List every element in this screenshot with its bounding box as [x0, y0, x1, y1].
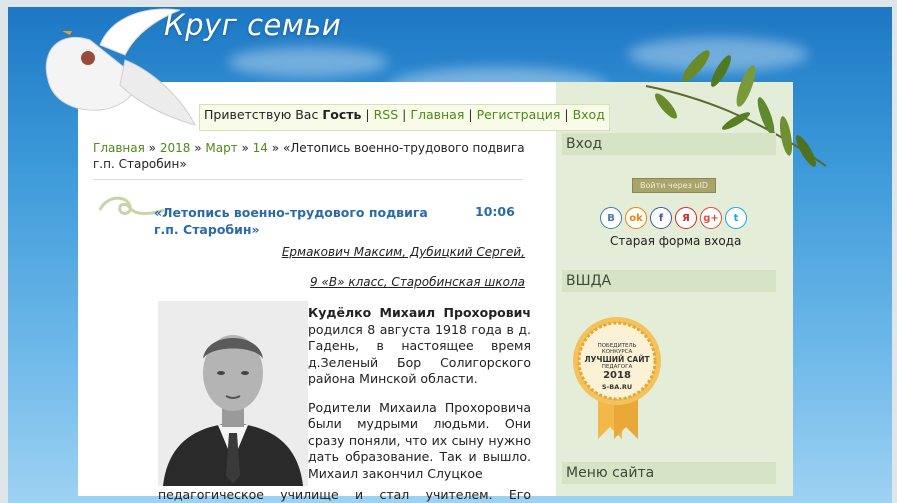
google-plus-icon[interactable]: g+	[700, 207, 722, 229]
breadcrumb-current: «Летопись военно-трудового подвига г.п. …	[93, 141, 525, 171]
article-paragraph-continuation: педагогическое училище и стал учителем. …	[158, 487, 531, 502]
breadcrumb-year[interactable]: 2018	[160, 141, 191, 155]
breadcrumb-month[interactable]: Март	[205, 141, 237, 155]
badge-year: 2018	[603, 370, 631, 381]
badge-site: S-BA.RU	[601, 383, 633, 391]
post-class-school: 9 «В» класс, Старобинская школа	[310, 275, 525, 289]
rss-link[interactable]: RSS	[374, 107, 399, 122]
facebook-icon[interactable]: f	[650, 207, 672, 229]
article-paragraph-1: родился 8 августа 1918 года в д. Гадень,…	[308, 321, 531, 387]
article-body: Кудёлко Михаил Прохорович родился 8 авгу…	[308, 305, 531, 494]
divider	[93, 179, 523, 180]
badge-line-3: ЛУЧШИЙ САЙТ	[584, 355, 650, 364]
vshda-block-title: ВШДА	[562, 270, 776, 292]
login-link[interactable]: Вход	[573, 107, 605, 122]
login-block-title: Вход	[562, 133, 776, 155]
award-badge-text: ПОБЕДИТЕЛЬ КОНКУРСА ЛУЧШИЙ САЙТ ПЕДАГОГА…	[578, 343, 656, 391]
article-paragraph-2: Родители Михаила Прохоровича были мудрым…	[308, 399, 531, 481]
social-login-icons: Вok f Яg+ t	[600, 207, 747, 231]
register-link[interactable]: Регистрация	[477, 107, 561, 122]
site-menu-title: Меню сайта	[562, 462, 776, 484]
twitter-icon[interactable]: t	[725, 207, 747, 229]
uid-login-button[interactable]: Войти через uID	[632, 178, 716, 193]
breadcrumb-day[interactable]: 14	[253, 141, 268, 155]
post-time: 10:06	[475, 204, 515, 219]
vk-icon[interactable]: В	[600, 207, 622, 229]
old-login-form-link[interactable]: Старая форма входа	[610, 234, 741, 248]
home-link[interactable]: Главная	[410, 107, 464, 122]
post-authors: Ермакович Максим, Дубицкий Сергей,	[281, 245, 525, 259]
odnoklassniki-icon[interactable]: ok	[625, 207, 647, 229]
greeting-prefix: Приветствую Вас	[204, 107, 319, 122]
olive-branch-icon	[645, 50, 827, 167]
yandex-icon[interactable]: Я	[675, 207, 697, 229]
post-title[interactable]: «Летопись военно-трудового подвига г.п. …	[154, 204, 450, 238]
portrait-photo	[158, 301, 308, 486]
breadcrumb: Главная » 2018 » Март » 14 » «Летопись в…	[93, 141, 525, 171]
breadcrumb-home[interactable]: Главная	[93, 141, 145, 155]
person-name: Кудёлко Михаил Прохорович	[308, 305, 531, 320]
site-title[interactable]: Круг семьи	[164, 8, 341, 42]
greeting-bar: Приветствую Вас Гость | RSS | Главная | …	[199, 104, 610, 131]
greeting-user: Гость	[322, 107, 362, 122]
